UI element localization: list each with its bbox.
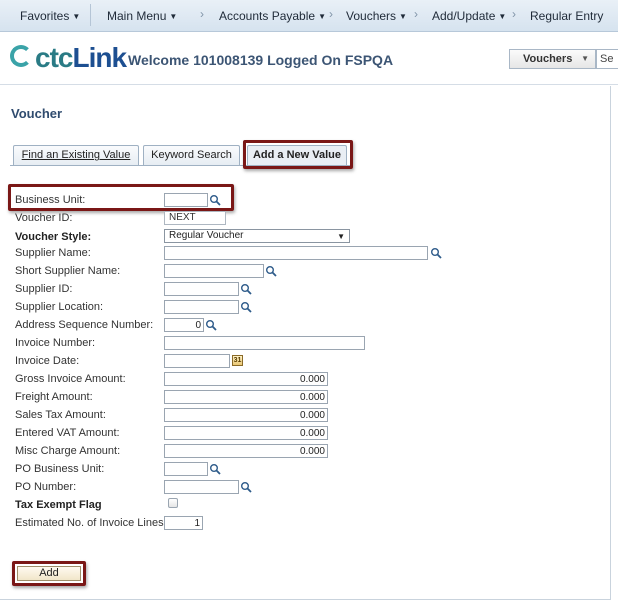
- supplier-name-input[interactable]: [164, 246, 428, 260]
- nav-vouchers[interactable]: Vouchers ▼: [346, 9, 407, 23]
- supplier-name-label: Supplier Name:: [15, 247, 91, 259]
- nav-favorites-label: Favorites: [20, 9, 70, 23]
- chevron-down-icon: ▼: [399, 12, 407, 21]
- magnifier-icon[interactable]: [205, 319, 217, 331]
- voucher-style-label: Voucher Style:: [15, 231, 92, 243]
- gross-invoice-label: Gross Invoice Amount:: [15, 373, 126, 385]
- magnifier-icon[interactable]: [240, 283, 252, 295]
- address-sequence-label: Address Sequence Number:: [15, 319, 154, 331]
- voucher-id-field[interactable]: NEXT: [164, 211, 226, 225]
- business-unit-input[interactable]: [164, 193, 208, 207]
- magnifier-icon[interactable]: [209, 194, 221, 206]
- invoice-date-input[interactable]: [164, 354, 230, 368]
- supplier-id-label: Supplier ID:: [15, 283, 73, 295]
- main-navigation-bar: Favorites ▼ Main Menu ▼ › Accounts Payable…: [0, 0, 618, 32]
- dropdown-arrow-icon: ▼: [337, 232, 345, 241]
- tab-label: Find an Existing Value: [21, 149, 131, 161]
- entered-vat-input[interactable]: [164, 426, 328, 440]
- business-unit-label: Business Unit:: [15, 194, 86, 206]
- po-number-input[interactable]: [164, 480, 239, 494]
- nav-regular-entry[interactable]: Regular Entry: [530, 9, 603, 23]
- logo-wordmark: ctcLink: [10, 42, 127, 74]
- chevron-right-icon: ›: [512, 7, 516, 21]
- magnifier-icon[interactable]: [240, 481, 252, 493]
- nav-favorites[interactable]: Favorites ▼: [20, 9, 80, 23]
- tax-exempt-label: Tax Exempt Flag: [15, 499, 102, 511]
- nav-vouchers-label: Vouchers: [346, 9, 397, 23]
- nav-add-update-label: Add/Update: [432, 9, 496, 23]
- logo-suffix: Link: [72, 42, 127, 73]
- nav-add-update[interactable]: Add/Update ▼: [432, 9, 506, 23]
- chevron-right-icon: ›: [200, 7, 204, 21]
- short-supplier-name-label: Short Supplier Name:: [15, 265, 121, 277]
- chevron-right-icon: ›: [414, 7, 418, 21]
- welcome-message: Welcome 101008139 Logged On FSPQA: [128, 52, 394, 68]
- voucher-id-label: Voucher ID:: [15, 212, 73, 224]
- nav-main-menu[interactable]: Main Menu ▼: [107, 9, 177, 23]
- magnifier-icon[interactable]: [265, 265, 277, 277]
- add-button[interactable]: Add: [17, 566, 81, 581]
- chevron-down-icon: ▼: [581, 54, 589, 63]
- nav-accounts-payable[interactable]: Accounts Payable ▼: [219, 9, 326, 23]
- tab-label: Keyword Search: [151, 149, 232, 161]
- sales-tax-input[interactable]: [164, 408, 328, 422]
- logo-prefix: ctc: [35, 42, 73, 73]
- magnifier-icon[interactable]: [240, 301, 252, 313]
- tab-label: Add a New Value: [252, 149, 342, 161]
- tab-find-existing-value[interactable]: Find an Existing Value: [13, 145, 139, 165]
- search-scope-value: Vouchers: [523, 53, 573, 65]
- calendar-icon[interactable]: 31: [232, 355, 243, 366]
- chevron-down-icon: ▼: [318, 12, 326, 21]
- tax-exempt-checkbox[interactable]: [168, 498, 178, 508]
- freight-label: Freight Amount:: [15, 391, 93, 403]
- invoice-date-label: Invoice Date:: [15, 355, 80, 367]
- est-lines-input[interactable]: [164, 516, 203, 530]
- chevron-down-icon: ▼: [72, 12, 81, 21]
- gross-invoice-input[interactable]: [164, 372, 328, 386]
- entered-vat-label: Entered VAT Amount:: [15, 427, 120, 439]
- address-sequence-input[interactable]: [164, 318, 204, 332]
- page-header: ctcLink Welcome 101008139 Logged On FSPQ…: [0, 33, 618, 85]
- est-lines-label: Estimated No. of Invoice Lines:: [15, 517, 167, 529]
- chevron-down-icon: ▼: [169, 12, 178, 21]
- invoice-number-label: Invoice Number:: [15, 337, 96, 349]
- po-business-unit-input[interactable]: [164, 462, 208, 476]
- tab-keyword-search[interactable]: Keyword Search: [143, 145, 240, 165]
- supplier-id-input[interactable]: [164, 282, 239, 296]
- invoice-number-input[interactable]: [164, 336, 365, 350]
- freight-input[interactable]: [164, 390, 328, 404]
- misc-charge-label: Misc Charge Amount:: [15, 445, 121, 457]
- search-scope-select[interactable]: Vouchers ▼: [509, 49, 596, 69]
- global-search-input[interactable]: Se: [596, 49, 618, 69]
- tab-add-new-value[interactable]: Add a New Value: [247, 145, 347, 165]
- po-number-label: PO Number:: [15, 481, 77, 493]
- magnifier-icon[interactable]: [209, 463, 221, 475]
- nav-divider: [90, 4, 91, 26]
- tab-divider: [10, 165, 350, 166]
- short-supplier-name-input[interactable]: [164, 264, 264, 278]
- nav-main-menu-label: Main Menu: [107, 9, 167, 23]
- chevron-down-icon: ▼: [498, 12, 507, 21]
- po-business-unit-label: PO Business Unit:: [15, 463, 105, 475]
- voucher-style-select[interactable]: Regular Voucher ▼: [164, 229, 350, 243]
- page-title: Voucher: [11, 106, 63, 121]
- chevron-right-icon: ›: [329, 7, 333, 21]
- voucher-style-value: Regular Voucher: [169, 230, 244, 241]
- nav-accounts-payable-label: Accounts Payable: [219, 9, 316, 23]
- misc-charge-input[interactable]: [164, 444, 328, 458]
- magnifier-icon[interactable]: [430, 247, 442, 259]
- supplier-location-label: Supplier Location:: [15, 301, 104, 313]
- sales-tax-label: Sales Tax Amount:: [15, 409, 106, 421]
- supplier-location-input[interactable]: [164, 300, 239, 314]
